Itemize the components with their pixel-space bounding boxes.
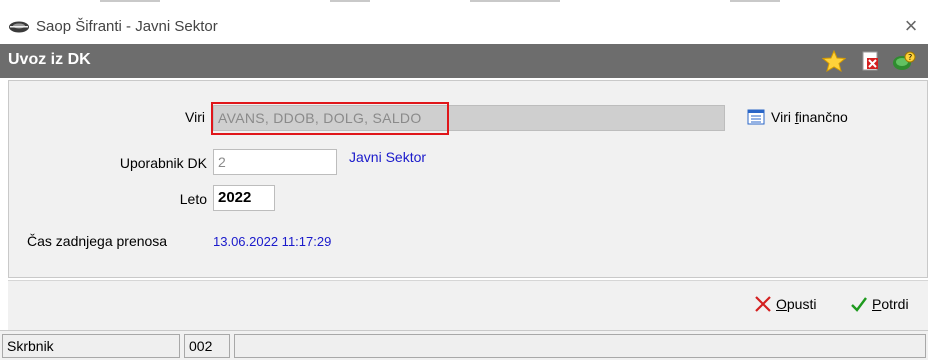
viri-financno-button[interactable]: Viri finančno xyxy=(747,109,848,125)
potrdi-button[interactable]: Potrdi xyxy=(850,295,909,313)
uporabnik-name: Javni Sektor xyxy=(349,149,427,165)
leto-field[interactable]: 2022 xyxy=(213,185,275,211)
viri-field[interactable]: AVANS, DDOB, DOLG, SALDO xyxy=(213,105,725,131)
cancel-x-icon xyxy=(755,296,771,312)
opusti-label: Opusti xyxy=(776,296,817,312)
form-panel: Viri AVANS, DDOB, DOLG, SALDO Viri finan… xyxy=(8,80,928,278)
cas-label: Čas zadnjega prenosa xyxy=(27,233,168,249)
window-title: Saop Šifranti - Javni Sektor xyxy=(36,18,218,35)
delete-document-icon[interactable] xyxy=(858,50,882,72)
app-logo-icon xyxy=(9,21,29,33)
button-bar: Opusti Potrdi xyxy=(8,280,928,330)
potrdi-label: Potrdi xyxy=(872,296,909,312)
list-icon xyxy=(747,109,765,125)
help-icon[interactable]: ? xyxy=(892,50,916,72)
leto-label: Leto xyxy=(179,191,207,207)
cas-value: 13.06.2022 11:17:29 xyxy=(213,234,332,249)
top-edge xyxy=(0,0,928,4)
star-icon[interactable] xyxy=(822,50,846,72)
svg-text:?: ? xyxy=(908,53,912,62)
close-button[interactable]: × xyxy=(896,14,926,40)
title-bar: Saop Šifranti - Javni Sektor × xyxy=(0,10,928,44)
form-header: Uvoz iz DK ? xyxy=(0,44,928,78)
viri-financno-label: Viri finančno xyxy=(771,109,848,125)
viri-label: Viri xyxy=(185,109,205,125)
status-user: Skrbnik xyxy=(2,334,180,358)
application-window: Saop Šifranti - Javni Sektor × Uvoz iz D… xyxy=(0,0,928,360)
uporabnik-field[interactable]: 2 xyxy=(213,149,337,175)
opusti-button[interactable]: Opusti xyxy=(754,295,816,313)
uporabnik-label: Uporabnik DK xyxy=(119,155,207,171)
close-icon: × xyxy=(904,13,918,38)
status-message xyxy=(234,334,926,358)
status-bar: Skrbnik 002 xyxy=(0,330,928,360)
status-code: 002 xyxy=(184,334,230,358)
form-title: Uvoz iz DK xyxy=(8,51,91,68)
checkmark-icon xyxy=(851,297,867,312)
